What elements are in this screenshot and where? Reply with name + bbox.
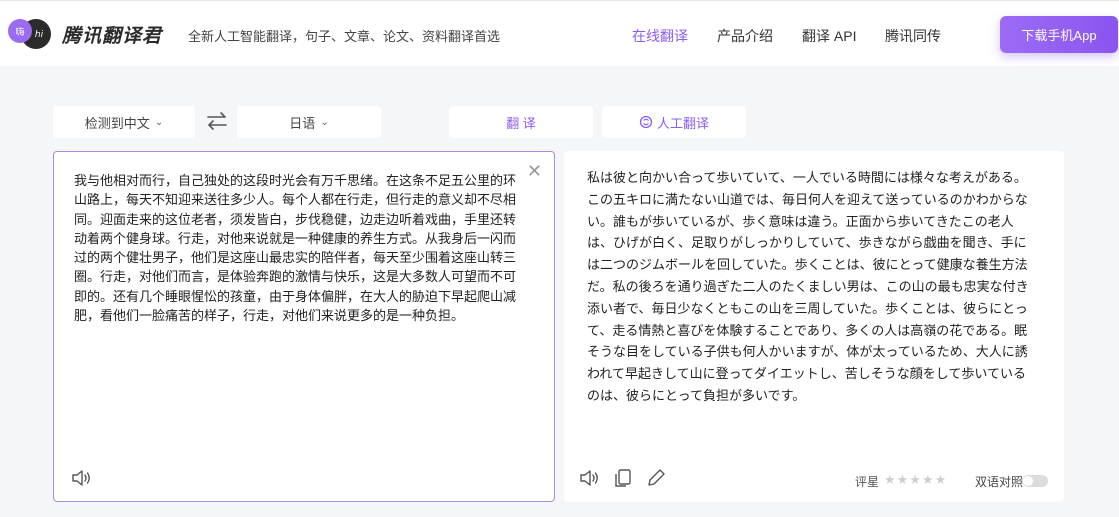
brand-name[interactable]: 腾讯翻译君 xyxy=(62,21,162,48)
speaker-icon[interactable] xyxy=(70,467,92,489)
bilingual-toggle-label: 双语对照 xyxy=(975,475,1024,489)
edit-icon[interactable] xyxy=(645,467,667,489)
rating-stars[interactable]: ★★★★★ xyxy=(884,472,947,488)
target-language-label: 日语 xyxy=(289,115,316,131)
nav-tencent-interpret[interactable]: 腾讯同传 xyxy=(885,26,941,46)
source-language-label: 检测到中文 xyxy=(84,115,150,131)
source-language-select[interactable]: 检测到中文 ⌄ xyxy=(53,106,195,138)
human-translate-button[interactable]: 人工翻译 xyxy=(602,106,746,138)
rating-label: 评星 xyxy=(855,475,880,489)
logo-badge: 嗨 xyxy=(15,26,24,38)
toggle-knob xyxy=(1023,476,1033,486)
copy-icon[interactable] xyxy=(612,467,634,489)
speaker-icon[interactable] xyxy=(578,467,600,489)
target-language-select[interactable]: 日语 ⌄ xyxy=(237,106,381,138)
clear-text-icon[interactable]: ✕ xyxy=(527,162,542,180)
translation-result-text: 私は彼と向かい合って歩いていて、一人でいる時間には様々な考えがある。この五キロに… xyxy=(587,170,1029,403)
download-app-button[interactable]: 下载手机App xyxy=(1000,16,1118,53)
slogan: 全新人工智能翻译，句子、文章、论文、资料翻译首选 xyxy=(188,29,501,44)
swap-languages-icon[interactable] xyxy=(206,111,228,131)
logo-text: hi xyxy=(35,30,44,40)
chevron-down-icon: ⌄ xyxy=(320,116,329,128)
chevron-down-icon: ⌄ xyxy=(154,116,164,128)
translation-result-panel: 私は彼と向かい合って歩いていて、一人でいる時間には様々な考えがある。この五キロに… xyxy=(564,151,1064,502)
human-translate-icon xyxy=(639,115,653,129)
nav-translate-api[interactable]: 翻译 API xyxy=(802,26,856,46)
top-navigation-bar: 嗨 hi 腾讯翻译君 全新人工智能翻译，句子、文章、论文、资料翻译首选 在线翻译… xyxy=(0,0,1119,66)
translate-button[interactable]: 翻 译 xyxy=(449,106,593,138)
bilingual-toggle[interactable] xyxy=(1022,475,1048,487)
source-text-input[interactable]: 我与他相对而行，自己独处的这段时光会有万千思绪。在这条不足五公里的环山路上，每天… xyxy=(74,171,526,325)
source-text-panel[interactable]: 我与他相对而行，自己独处的这段时光会有万千思绪。在这条不足五公里的环山路上，每天… xyxy=(53,151,555,502)
nav-online-translate[interactable]: 在线翻译 xyxy=(632,26,688,46)
logo-icon[interactable]: 嗨 hi xyxy=(6,17,52,51)
human-translate-label: 人工翻译 xyxy=(656,115,709,131)
nav-product-intro[interactable]: 产品介绍 xyxy=(717,26,773,46)
